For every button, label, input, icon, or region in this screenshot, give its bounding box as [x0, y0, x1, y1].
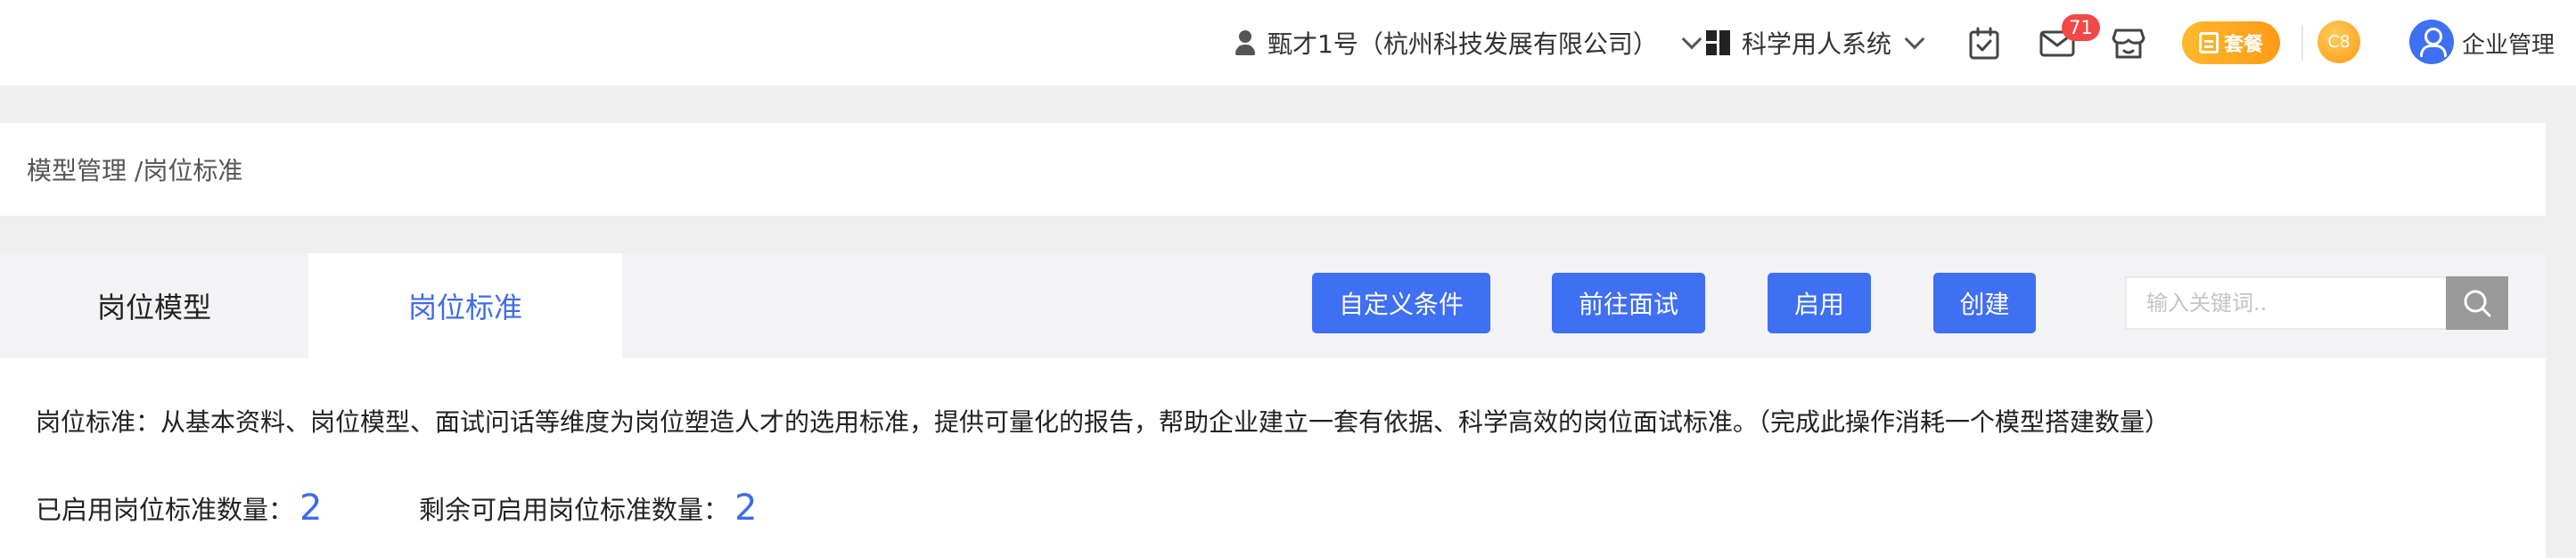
- description-text: 岗位标准：从基本资料、岗位模型、面试问话等维度为岗位塑造人才的选用标准，提供可量…: [36, 407, 2170, 437]
- tab-position-standard[interactable]: 岗位标准: [308, 253, 622, 358]
- create-button[interactable]: 创建: [1933, 273, 2036, 333]
- breadcrumb: 模型管理 /岗位标准: [0, 123, 2546, 216]
- tab-bar: 岗位模型 岗位标准 自定义条件 前往面试 启用 创建: [0, 253, 2546, 358]
- enabled-count-label: 已启用岗位标准数量：: [36, 495, 295, 525]
- enabled-count: 已启用岗位标准数量： 2: [36, 487, 322, 529]
- go-interview-button[interactable]: 前往面试: [1552, 273, 1705, 333]
- package-button[interactable]: 套餐: [2182, 21, 2280, 64]
- system-name: 科学用人系统: [1742, 29, 1892, 59]
- remaining-count-value: 2: [734, 488, 758, 529]
- package-icon: [2198, 32, 2219, 53]
- tab-position-model[interactable]: 岗位模型: [0, 253, 308, 358]
- mail-count-badge: 71: [2062, 14, 2100, 41]
- coin-badge[interactable]: C8: [2318, 21, 2360, 63]
- search-icon: [2464, 290, 2491, 317]
- top-header: 甄才1号（杭州科技发展有限公司） 科学用人系统 71 套餐 C8 企业管理: [0, 0, 2576, 86]
- avatar[interactable]: [2409, 20, 2454, 64]
- enable-button[interactable]: 启用: [1768, 273, 1871, 333]
- header-divider: [2301, 25, 2303, 61]
- remaining-count-label: 剩余可启用岗位标准数量：: [419, 495, 730, 525]
- user-icon: [1234, 29, 1257, 56]
- app-grid-icon: [1706, 30, 1731, 55]
- breadcrumb-path: 模型管理 /岗位标准: [27, 156, 243, 185]
- custom-conditions-button[interactable]: 自定义条件: [1312, 273, 1490, 333]
- account-menu[interactable]: 企业管理: [2462, 0, 2555, 86]
- main-panel: 岗位模型 岗位标准 自定义条件 前往面试 启用 创建 岗位标准：从基本资料、岗位…: [0, 253, 2546, 558]
- package-label: 套餐: [2223, 34, 2263, 56]
- store-icon[interactable]: [2112, 27, 2145, 61]
- enabled-count-value: 2: [299, 488, 323, 529]
- chevron-down-icon: [1904, 29, 1925, 50]
- search-button[interactable]: [2446, 276, 2508, 330]
- calendar-check-icon[interactable]: [1968, 27, 2000, 61]
- account-label: 企业管理: [2462, 31, 2555, 59]
- company-switcher[interactable]: 甄才1号（杭州科技发展有限公司）: [1234, 0, 1702, 86]
- coin-label: C8: [2327, 32, 2350, 52]
- search-input[interactable]: [2125, 276, 2446, 330]
- chevron-down-icon: [1681, 29, 1702, 50]
- remaining-count: 剩余可启用岗位标准数量： 2: [419, 487, 757, 529]
- company-name: 甄才1号（杭州科技发展有限公司）: [1267, 29, 1658, 59]
- system-switcher[interactable]: 科学用人系统: [1706, 0, 1925, 86]
